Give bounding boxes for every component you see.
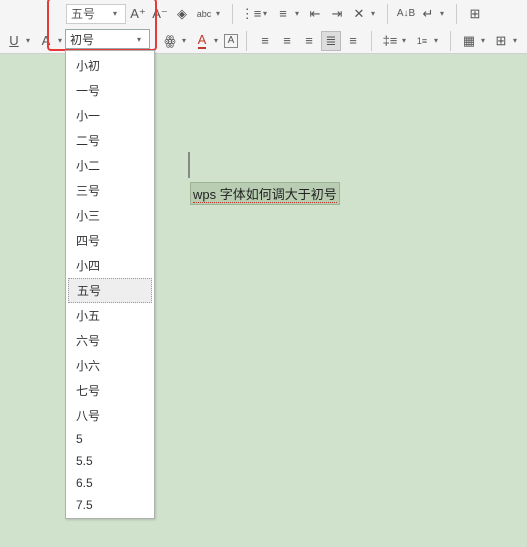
separator [246, 31, 247, 51]
font-size-option[interactable]: 小六 [66, 353, 154, 378]
font-size-option[interactable]: 一号 [66, 78, 154, 103]
font-size-option[interactable]: 六号 [66, 328, 154, 353]
font-size-label: 五号 [71, 5, 95, 22]
font-size-option[interactable]: 小三 [66, 203, 154, 228]
underline-icon[interactable]: U [4, 31, 24, 51]
align-distribute-icon[interactable]: ≡ [343, 31, 363, 51]
font-size-option[interactable]: 6.5 [66, 472, 154, 494]
font-color-icon[interactable]: A [192, 31, 212, 51]
separator [456, 4, 457, 24]
font-size-option[interactable]: 小一 [66, 103, 154, 128]
text-direction-icon[interactable]: A↓B [396, 4, 416, 24]
char-border-icon[interactable]: A [224, 34, 238, 48]
increase-font-icon[interactable]: A⁺ [128, 4, 148, 24]
font-size-option[interactable]: 小二 [66, 153, 154, 178]
font-size-option[interactable]: 八号 [66, 403, 154, 428]
text-cursor [188, 152, 190, 178]
decrease-font-icon[interactable]: A⁻ [150, 4, 170, 24]
decrease-indent-icon[interactable]: ⇤ [305, 4, 325, 24]
borders-icon[interactable]: ⊞ [491, 31, 511, 51]
font-size-input[interactable]: 初号 ▾ [65, 29, 150, 49]
font-size-option[interactable]: 二号 [66, 128, 154, 153]
font-size-option[interactable]: 7.5 [66, 494, 154, 516]
selected-text[interactable]: wps 字体如何调大于初号 [190, 182, 340, 205]
clear-format-icon[interactable]: ◈ [172, 4, 192, 24]
align-right-icon[interactable]: ≡ [299, 31, 319, 51]
font-size-option[interactable]: 四号 [66, 228, 154, 253]
font-size-option[interactable]: 小四 [66, 253, 154, 278]
separator [387, 4, 388, 24]
separator [232, 4, 233, 24]
wrap-icon[interactable]: ↵ [418, 4, 438, 24]
highlight-icon[interactable]: ꙮ [160, 31, 180, 51]
para-number-icon[interactable]: 1≡ [412, 31, 432, 51]
separator [450, 31, 451, 51]
table-icon[interactable]: ⊞ [465, 4, 485, 24]
shading-icon[interactable]: ▦ [459, 31, 479, 51]
font-size-option[interactable]: 三号 [66, 178, 154, 203]
font-size-option[interactable]: 五号 [68, 278, 152, 303]
toolbar-row-1: 五号 ▾ A⁺ A⁻ ◈ abc ▾ ⋮≡▾ ≡▾ ⇤ ⇥ ✕▾ A↓B ↵▾ … [0, 0, 527, 27]
font-size-dropdown[interactable]: 小初一号小一二号小二三号小三四号小四五号小五六号小六七号八号55.56.57.5 [65, 50, 155, 519]
font-size-option[interactable]: 5.5 [66, 450, 154, 472]
font-size-option[interactable]: 小初 [66, 53, 154, 78]
phonetic-icon[interactable]: abc [194, 4, 214, 24]
align-left-icon[interactable]: ≡ [255, 31, 275, 51]
font-size-option[interactable]: 七号 [66, 378, 154, 403]
toolbar: 五号 ▾ A⁺ A⁻ ◈ abc ▾ ⋮≡▾ ≡▾ ⇤ ⇥ ✕▾ A↓B ↵▾ … [0, 0, 527, 54]
line-spacing-icon[interactable]: ‡≡ [380, 31, 400, 51]
numbering-icon[interactable]: ≡ [273, 4, 293, 24]
font-size-selector[interactable]: 五号 ▾ [66, 4, 126, 24]
align-center-icon[interactable]: ≡ [277, 31, 297, 51]
align-justify-icon[interactable]: ≣ [321, 31, 341, 51]
font-size-option[interactable]: 小五 [66, 303, 154, 328]
bullets-icon[interactable]: ⋮≡ [241, 4, 261, 24]
font-effect-icon[interactable]: A [36, 31, 56, 51]
font-size-option[interactable]: 5 [66, 428, 154, 450]
chevron-down-icon: ▾ [137, 35, 145, 44]
font-size-value: 初号 [70, 31, 94, 48]
separator [371, 31, 372, 51]
increase-indent-icon[interactable]: ⇥ [327, 4, 347, 24]
tab-icon[interactable]: ✕ [349, 4, 369, 24]
chevron-down-icon[interactable]: ▾ [216, 9, 224, 18]
chevron-down-icon: ▾ [113, 9, 121, 18]
